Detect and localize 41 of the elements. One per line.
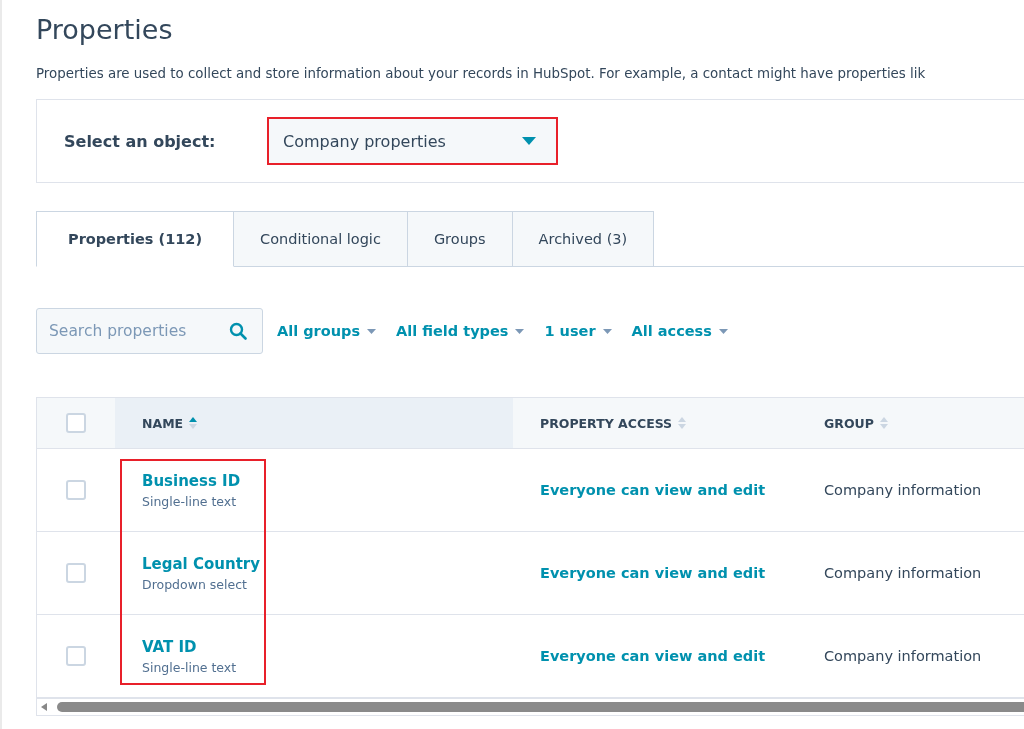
- object-dropdown[interactable]: Company properties: [267, 117, 558, 165]
- property-type: Single-line text: [142, 659, 237, 675]
- search-icon: [229, 322, 247, 340]
- property-name-link[interactable]: Business ID: [142, 471, 241, 490]
- column-header[interactable]: PROPERTY ACCESS: [513, 398, 797, 448]
- caret-icon: [515, 328, 525, 334]
- caret-icon: [367, 328, 377, 334]
- access-link[interactable]: Everyone can view and edit: [540, 565, 766, 581]
- filter-dropdown[interactable]: All field types: [396, 323, 525, 339]
- property-name-link[interactable]: VAT ID: [142, 637, 197, 656]
- row-checkbox[interactable]: [66, 646, 86, 666]
- caret-icon: [522, 137, 536, 145]
- scrollbar-thumb[interactable]: [57, 702, 1024, 712]
- tab[interactable]: Properties (112): [36, 211, 235, 267]
- search-field[interactable]: Search properties: [36, 308, 263, 354]
- horizontal-scrollbar[interactable]: [37, 698, 1024, 715]
- tab[interactable]: Conditional logic: [234, 211, 408, 267]
- caret-icon: [602, 328, 612, 334]
- row-checkbox[interactable]: [66, 480, 86, 500]
- group-text: Company information: [824, 482, 982, 498]
- access-link[interactable]: Everyone can view and edit: [540, 482, 766, 498]
- tab[interactable]: Archived (3): [512, 211, 655, 267]
- select-all-checkbox[interactable]: [66, 413, 86, 433]
- property-name-link[interactable]: Legal Country: [142, 554, 260, 573]
- group-text: Company information: [824, 648, 982, 664]
- row-checkbox[interactable]: [66, 563, 86, 583]
- property-type: Dropdown select: [142, 576, 247, 592]
- caret-icon: [718, 328, 728, 334]
- page-description: Properties are used to collect and store information about your records in HubSpot. For example, a contact might have properties lik: [36, 66, 926, 81]
- column-header[interactable]: GROUP: [797, 398, 1024, 448]
- column-header[interactable]: NAME: [115, 398, 513, 448]
- access-link[interactable]: Everyone can view and edit: [540, 648, 766, 664]
- select-label: Select an object:: [64, 131, 217, 151]
- property-type: Single-line text: [142, 493, 237, 509]
- scroll-left-icon: [41, 703, 47, 711]
- filter-dropdown[interactable]: All groups: [277, 323, 377, 339]
- filter-dropdown[interactable]: All access: [631, 323, 728, 339]
- page-title: Properties: [36, 13, 173, 47]
- filter-dropdown[interactable]: 1 user: [544, 323, 612, 339]
- group-text: Company information: [824, 565, 982, 581]
- tab[interactable]: Groups: [407, 211, 513, 267]
